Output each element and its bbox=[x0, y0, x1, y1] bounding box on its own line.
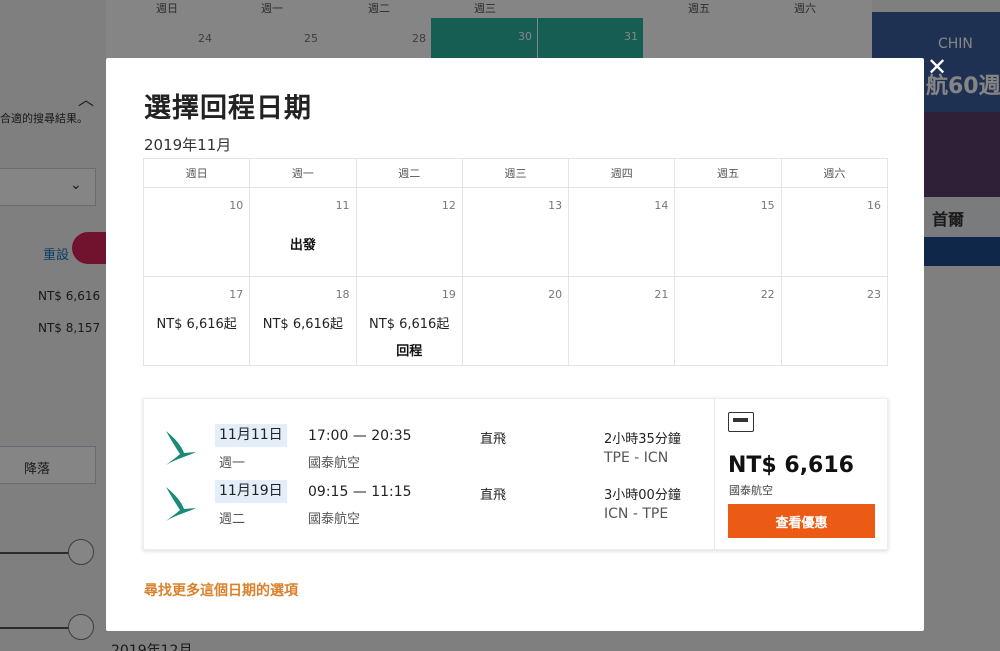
day-number: 20 bbox=[548, 288, 563, 301]
day-price: NT$ 6,616起 bbox=[156, 317, 237, 332]
return-time: 09:15 — 11:15 bbox=[308, 484, 412, 500]
departure-time: 17:00 — 20:35 bbox=[308, 428, 412, 444]
return-duration: 3小時00分鐘 bbox=[604, 488, 681, 503]
day-number: 12 bbox=[441, 199, 456, 212]
departure-airline: 國泰航空 bbox=[308, 456, 361, 471]
airline-logo-icon bbox=[166, 487, 196, 521]
day-number: 19 bbox=[441, 288, 456, 301]
calendar-day-cell[interactable]: 13 bbox=[462, 188, 570, 277]
weekday-label: 週五 bbox=[675, 159, 782, 188]
close-icon[interactable]: ✕ bbox=[926, 55, 948, 79]
return-stops: 直飛 bbox=[480, 488, 507, 503]
departure-date-badge: 11月11日 bbox=[215, 424, 287, 447]
day-price: NT$ 6,616起 bbox=[262, 317, 344, 332]
total-price: NT$ 6,616 bbox=[728, 453, 854, 478]
return-weekday: 週二 bbox=[219, 512, 246, 527]
day-number: 23 bbox=[866, 288, 881, 301]
return-date-badge: 11月19日 bbox=[215, 480, 287, 503]
day-price: NT$ 6,616起 bbox=[369, 317, 450, 332]
weekday-label: 週二 bbox=[356, 159, 463, 188]
weekday-label: 週日 bbox=[144, 159, 251, 188]
calendar-day-cell[interactable]: 10 bbox=[144, 188, 251, 277]
more-options-link[interactable]: 尋找更多這個日期的選項 bbox=[144, 580, 298, 600]
day-number: 16 bbox=[866, 199, 881, 212]
day-number: 10 bbox=[229, 199, 244, 212]
flight-itinerary-card[interactable]: 11月11日 週一 17:00 — 20:35 國泰航空 直飛 2小時35分鐘 … bbox=[143, 398, 888, 550]
day-number: 15 bbox=[760, 199, 775, 212]
calendar-day-cell[interactable]: 16 bbox=[781, 188, 888, 277]
payment-card-icon bbox=[728, 412, 754, 432]
calendar-day-cell[interactable]: 15 bbox=[675, 188, 782, 277]
calendar-day-cell[interactable]: 23 bbox=[781, 277, 888, 366]
calendar-week: 10 11 出發 12 13 14 15 16 bbox=[144, 188, 888, 277]
departure-route: TPE - ICN bbox=[604, 450, 669, 466]
day-number: 13 bbox=[548, 199, 563, 212]
return-route: ICN - TPE bbox=[604, 506, 669, 522]
calendar-day-cell[interactable]: 18 NT$ 6,616起 bbox=[250, 277, 357, 366]
weekday-label: 週六 bbox=[781, 159, 888, 188]
calendar-week: 17 NT$ 6,616起 18 NT$ 6,616起 19 NT$ 6,616起 回程… bbox=[144, 277, 888, 366]
card-divider bbox=[714, 399, 715, 549]
day-number: 14 bbox=[654, 199, 669, 212]
departure-tag: 出發 bbox=[289, 238, 316, 253]
day-number: 11 bbox=[335, 199, 350, 212]
return-tag: 回程 bbox=[396, 344, 423, 359]
view-deal-button[interactable]: 查看優惠 bbox=[728, 504, 875, 538]
weekday-label: 週三 bbox=[462, 159, 570, 188]
day-number: 18 bbox=[335, 288, 350, 301]
calendar-day-cell[interactable]: 14 bbox=[569, 188, 676, 277]
calendar-day-cell[interactable]: 19 NT$ 6,616起 回程 bbox=[356, 277, 463, 366]
total-airline: 國泰航空 bbox=[729, 484, 773, 497]
day-number: 21 bbox=[654, 288, 669, 301]
calendar-day-cell[interactable]: 12 bbox=[356, 188, 463, 277]
weekday-label: 週一 bbox=[250, 159, 357, 188]
departure-stops: 直飛 bbox=[480, 432, 507, 447]
day-number: 22 bbox=[760, 288, 775, 301]
calendar-weekday-header: 週日 週一 週二 週三 週四 週五 週六 bbox=[144, 159, 888, 188]
calendar-day-cell[interactable]: 21 bbox=[569, 277, 676, 366]
month-label: 2019年11月 bbox=[144, 136, 232, 154]
calendar-day-cell[interactable]: 22 bbox=[675, 277, 782, 366]
return-calendar: 週日 週一 週二 週三 週四 週五 週六 10 11 出發 12 13 14 15… bbox=[143, 158, 888, 366]
calendar-day-cell[interactable]: 20 bbox=[462, 277, 570, 366]
weekday-label: 週四 bbox=[569, 159, 676, 188]
modal-title: 選擇回程日期 bbox=[144, 93, 312, 124]
calendar-day-cell[interactable]: 11 出發 bbox=[250, 188, 357, 277]
day-number: 17 bbox=[229, 288, 244, 301]
calendar-day-cell[interactable]: 17 NT$ 6,616起 bbox=[144, 277, 251, 366]
airline-logo-icon bbox=[166, 431, 196, 465]
return-airline: 國泰航空 bbox=[308, 512, 361, 527]
departure-weekday: 週一 bbox=[219, 456, 246, 471]
departure-duration: 2小時35分鐘 bbox=[604, 432, 681, 447]
return-date-modal: 選擇回程日期 2019年11月 週日 週一 週二 週三 週四 週五 週六 10 … bbox=[106, 58, 924, 631]
